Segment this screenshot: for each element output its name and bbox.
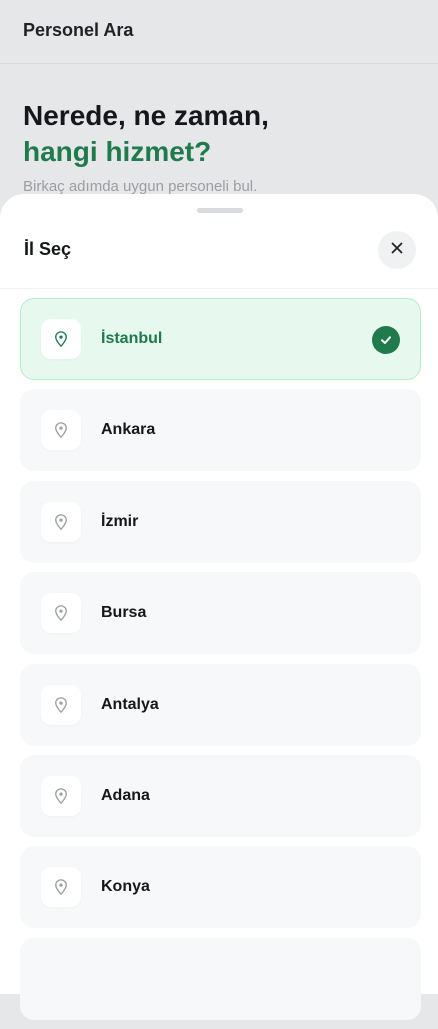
city-item-ankara[interactable]: Ankara <box>20 389 421 472</box>
hero-section: Nerede, ne zaman, hangi hizmet? Birkaç a… <box>23 98 269 195</box>
city-item-partial[interactable] <box>20 937 421 1020</box>
city-name: Antalya <box>101 695 159 713</box>
city-item-antalya[interactable]: Antalya <box>20 663 421 746</box>
city-item-adana[interactable]: Adana <box>20 754 421 837</box>
location-pin-icon <box>41 867 81 908</box>
city-name: Adana <box>101 786 150 804</box>
hero-heading-line-1: Nerede, ne zaman, <box>23 100 269 131</box>
city-name: Bursa <box>101 604 147 622</box>
location-pin-icon <box>41 775 81 816</box>
location-pin-icon <box>41 501 81 542</box>
city-select-sheet: İl Seç İstanbul Ankara İzmir Bursa Antal… <box>0 194 438 1020</box>
city-name: İstanbul <box>101 330 163 347</box>
check-icon <box>372 326 400 354</box>
city-name: İzmir <box>101 512 139 530</box>
location-pin-icon <box>41 410 81 451</box>
close-button[interactable] <box>378 231 416 269</box>
location-pin-icon <box>41 684 81 725</box>
city-item-istanbul[interactable]: İstanbul <box>20 298 421 380</box>
close-icon <box>391 241 403 259</box>
location-pin-icon <box>41 593 81 634</box>
hero-heading-line-2: hangi hizmet? <box>23 136 212 167</box>
sheet-divider <box>0 288 438 289</box>
city-item-bursa[interactable]: Bursa <box>20 572 421 655</box>
app-header: Personel Ara <box>0 0 438 64</box>
city-item-konya[interactable]: Konya <box>20 846 421 929</box>
city-list: İstanbul Ankara İzmir Bursa Antalya Adan… <box>20 298 421 1029</box>
city-name: Ankara <box>101 421 156 439</box>
sheet-title: İl Seç <box>24 239 72 259</box>
city-item-izmir[interactable]: İzmir <box>20 480 421 563</box>
city-name: Konya <box>101 878 150 896</box>
sheet-drag-handle[interactable] <box>197 208 243 213</box>
page-title: Personel Ara <box>23 20 134 40</box>
location-pin-icon <box>41 319 81 359</box>
hero-subtitle: Birkaç adımda uygun personeli bul. <box>23 178 258 195</box>
